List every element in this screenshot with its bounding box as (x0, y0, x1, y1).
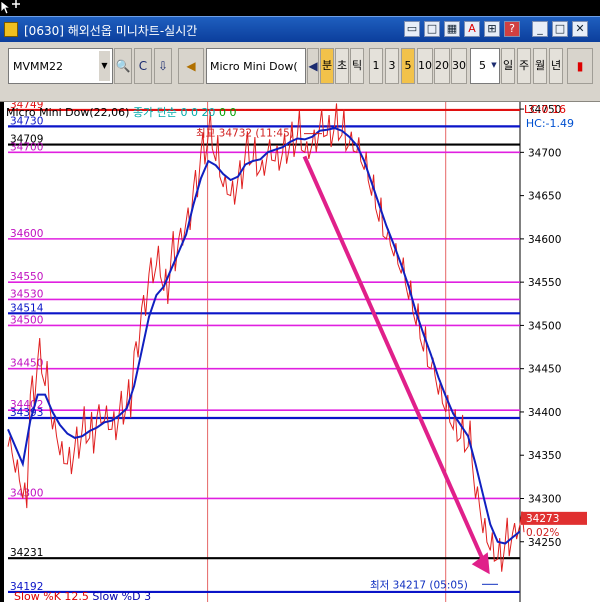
period-3-button[interactable]: 3 (385, 48, 399, 84)
level-label-34514: 34514 (10, 302, 44, 314)
low-annotation: 최저 34217 (05:05) (370, 579, 468, 591)
y-tick-label-34450: 34450 (528, 364, 561, 376)
y-tick-label-34300: 34300 (528, 493, 561, 505)
moving-average-line (7, 127, 521, 545)
grid-button[interactable]: ▦ (444, 21, 460, 37)
level-label-34530: 34530 (10, 288, 43, 300)
legend-num-2: 0 (190, 106, 198, 119)
arrow-down-icon[interactable]: ⇩ (154, 48, 172, 84)
window-title-bar[interactable]: [0630] 해외선옵 미니차트-실시간 ▭ □ ▦ A ⊞ ? _ □ ✕ (0, 16, 600, 42)
app-icon (4, 22, 18, 37)
period-day-button[interactable]: 일 (501, 48, 515, 84)
period-minute-button[interactable]: 분 (320, 48, 334, 84)
slow-k-label: Slow %K 12.5 (14, 590, 89, 602)
level-label-34500: 34500 (10, 314, 43, 326)
window-title: [0630] 해외선옵 미니차트-실시간 (24, 24, 198, 38)
help-button[interactable]: ? (504, 21, 520, 37)
maximize-button[interactable]: □ (552, 21, 568, 37)
period-year-button[interactable]: 년 (549, 48, 563, 84)
period-30-button[interactable]: 30 (451, 48, 467, 84)
y-tick-label-34650: 34650 (528, 191, 561, 203)
level-label-34600: 34600 (10, 228, 43, 240)
chart-legend: Micro Mini Dow(22,06) 종가 단순 0 0 20 0 0 (6, 104, 236, 120)
period-month-button[interactable]: 월 (533, 48, 547, 84)
stochastic-legend: Slow %K 12.5 Slow %D 3 (14, 590, 151, 602)
lc-value: LC:0.16 (523, 103, 566, 116)
trend-arrow-line (302, 155, 488, 568)
hc-value: HC:-1.49 (525, 117, 574, 130)
candle-chart-icon[interactable]: ▮ (567, 48, 593, 84)
speaker-icon[interactable]: ◀ (178, 48, 204, 84)
y-tick-label-34400: 34400 (528, 407, 561, 419)
period-tick-button[interactable]: 틱 (350, 48, 364, 84)
level-label-34550: 34550 (10, 271, 43, 283)
current-price-label: 34273 (526, 513, 559, 525)
y-tick-label-34350: 34350 (528, 450, 561, 462)
level-label-34700: 34700 (10, 141, 43, 153)
legend-num-3: 20 (201, 106, 216, 119)
restore-layout-button[interactable]: □ (424, 21, 440, 37)
high-annotation: 최고 34732 (11:45) (196, 128, 294, 140)
level-label-34450: 34450 (10, 358, 43, 370)
period-1-button[interactable]: 1 (369, 48, 383, 84)
y-tick-label-34500: 34500 (528, 320, 561, 332)
table-button[interactable]: ⊞ (484, 21, 500, 37)
level-label-34231: 34231 (10, 547, 43, 559)
legend-num-1: 0 (180, 106, 188, 119)
y-tick-label-34550: 34550 (528, 277, 561, 289)
chevron-left-icon[interactable]: ◀ (307, 48, 319, 84)
legend-indicator: 종가 단순 (132, 106, 177, 119)
legend-num-5: 0 (229, 106, 237, 119)
search-icon[interactable]: 🔍 (114, 48, 132, 84)
price-chart-svg: 3473034749347093470034600345503453034514… (7, 102, 587, 602)
price-series-line (7, 103, 525, 572)
clear-icon[interactable]: C (134, 48, 152, 84)
price-chart[interactable]: 34730 34749 34709 34700 34600 34550 34530 34514… (4, 102, 600, 602)
y-tick-label-34700: 34700 (528, 147, 561, 159)
slow-d-label: Slow %D 3 (92, 590, 152, 602)
y-tick-label-34600: 34600 (528, 234, 561, 246)
mouse-cursor-icon (0, 0, 20, 15)
close-button[interactable]: ✕ (572, 21, 588, 37)
instrument-name-field[interactable]: Micro Mini Dow( (206, 48, 306, 84)
layout-button[interactable]: ▭ (404, 21, 420, 37)
legend-num-4: 0 (218, 106, 226, 119)
symbol-select[interactable]: MVMM22 ▼ (8, 48, 113, 84)
period-second-button[interactable]: 초 (335, 48, 349, 84)
period-week-button[interactable]: 주 (517, 48, 531, 84)
chevron-down-icon[interactable]: ▼ (489, 48, 499, 84)
minimize-button[interactable]: _ (532, 21, 548, 37)
period-20-button[interactable]: 20 (434, 48, 450, 84)
chevron-down-icon[interactable]: ▼ (99, 51, 110, 81)
chart-toolbar: MVMM22 ▼ 🔍 C ⇩ ◀ Micro Mini Dow( ◀ 분 초 틱… (0, 42, 600, 102)
current-change-label: 0.02% (526, 527, 559, 539)
period-10-button[interactable]: 10 (417, 48, 433, 84)
font-button[interactable]: A (464, 21, 480, 37)
instrument-name: Micro Mini Dow( (210, 60, 298, 73)
symbol-value: MVMM22 (13, 60, 63, 73)
period-5-button[interactable]: 5 (401, 48, 415, 84)
level-label-34393: 34393 (10, 407, 43, 419)
legend-instrument: Micro Mini Dow(22,06) (6, 106, 130, 119)
